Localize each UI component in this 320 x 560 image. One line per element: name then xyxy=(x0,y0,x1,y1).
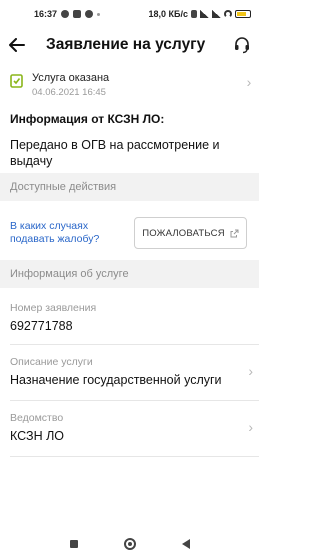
status-right: 18,0 КБ/с xyxy=(148,9,251,19)
info-heading: Информация от КСЗН ЛО: xyxy=(10,112,165,126)
divider xyxy=(10,344,259,345)
home-button[interactable] xyxy=(123,538,136,550)
system-navigation-bar xyxy=(0,528,259,560)
field-service-description[interactable]: Описание услуги Назначение государственн… xyxy=(0,350,259,400)
back-button[interactable] xyxy=(0,28,34,62)
recent-apps-button[interactable] xyxy=(69,540,78,548)
status-time: 16:37 xyxy=(34,9,58,19)
order-status-date: 04.06.2021 16:45 xyxy=(32,87,106,98)
signal-icon xyxy=(200,10,209,18)
system-status-bar: 16:37 18,0 КБ/с xyxy=(0,0,259,28)
order-status-texts: Услуга оказана 04.06.2021 16:45 xyxy=(32,66,239,98)
complain-button[interactable]: ПОЖАЛОВАТЬСЯ xyxy=(134,217,247,249)
page-title: Заявление на услугу xyxy=(46,36,206,53)
complain-button-label: ПОЖАЛОВАТЬСЯ xyxy=(142,227,225,239)
order-status-title: Услуга оказана xyxy=(32,72,110,84)
status-left: 16:37 xyxy=(34,9,101,19)
field-department-label: Ведомство xyxy=(10,412,64,424)
field-description-value: Назначение государственной услуги xyxy=(10,373,222,387)
system-back-button[interactable] xyxy=(181,539,190,549)
divider xyxy=(10,400,259,401)
chevron-right-icon: › xyxy=(248,419,253,435)
instagram-icon xyxy=(85,10,94,18)
support-button[interactable] xyxy=(225,28,259,62)
section-service-info: Информация об услуге xyxy=(0,260,259,288)
app-bar: Заявление на услугу xyxy=(0,28,259,62)
alarm-icon xyxy=(191,10,197,18)
field-description-label: Описание услуги xyxy=(10,356,93,368)
wifi-icon xyxy=(224,10,232,18)
actions-row: В каких случаях подавать жалобу? ПОЖАЛОВ… xyxy=(0,210,259,256)
external-link-icon xyxy=(230,229,239,237)
info-body: Передано в ОГВ на рассмотрение и выдачу xyxy=(10,138,220,168)
order-status-row[interactable]: Услуга оказана 04.06.2021 16:45 › xyxy=(0,66,259,102)
complaint-info-link[interactable]: В каких случаях подавать жалобу? xyxy=(0,220,124,246)
network-speed: 18,0 КБ/с xyxy=(148,9,189,19)
chevron-right-icon: › xyxy=(248,363,253,379)
divider xyxy=(10,456,259,457)
headset-icon xyxy=(235,37,249,54)
field-application-number: Номер заявления 692771788 xyxy=(0,296,259,342)
battery-icon xyxy=(235,10,251,18)
chevron-right-icon: › xyxy=(246,74,252,90)
telegram-icon xyxy=(61,10,70,18)
field-department[interactable]: Ведомство КСЗН ЛО › xyxy=(0,406,259,456)
app-notification-icon xyxy=(97,12,101,16)
field-department-value: КСЗН ЛО xyxy=(10,429,65,443)
field-number-value: 692771788 xyxy=(10,319,73,333)
signal-2-icon xyxy=(212,10,221,18)
notification-icon xyxy=(73,10,82,18)
arrow-left-icon xyxy=(9,38,25,52)
section-available-actions: Доступные действия xyxy=(0,173,259,201)
document-check-icon xyxy=(10,74,23,88)
field-number-label: Номер заявления xyxy=(10,302,97,314)
